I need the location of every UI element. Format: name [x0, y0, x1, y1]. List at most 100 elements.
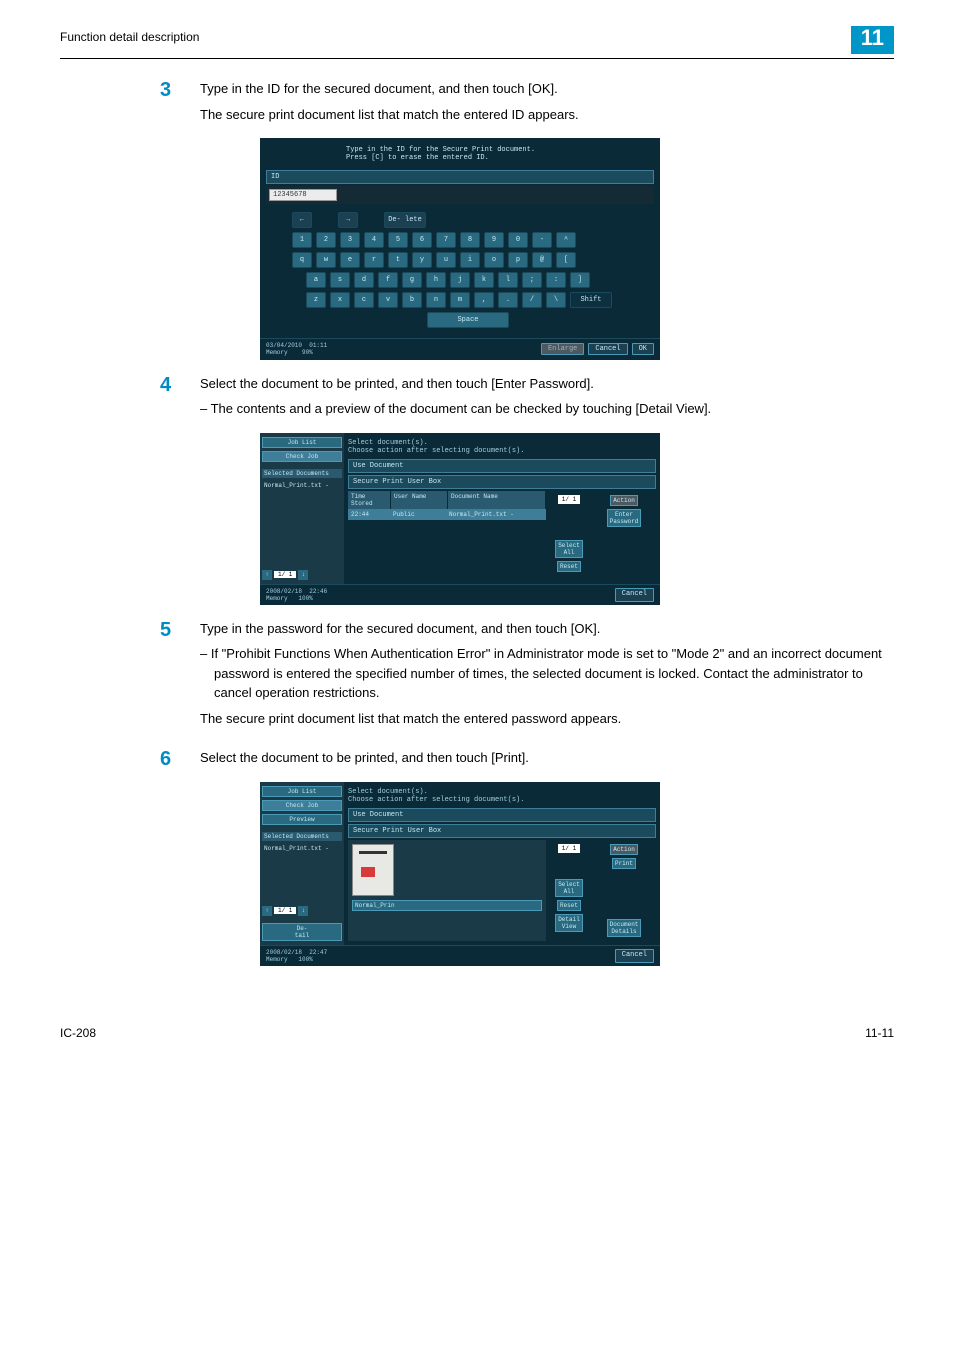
keyboard-key[interactable]: \ [546, 292, 566, 308]
print-button[interactable]: Print [612, 858, 636, 869]
keyboard-key[interactable]: ] [570, 272, 590, 288]
keyboard-key[interactable]: 6 [412, 232, 432, 248]
keyboard-key[interactable]: d [354, 272, 374, 288]
keyboard-key[interactable]: o [484, 252, 504, 268]
delete-key[interactable]: De- lete [384, 212, 426, 228]
keyboard-key[interactable]: / [522, 292, 542, 308]
keyboard-key[interactable]: y [412, 252, 432, 268]
cancel-button[interactable]: Cancel [588, 343, 627, 355]
select-all-button[interactable]: Select All [555, 879, 583, 897]
keyboard-key[interactable]: i [460, 252, 480, 268]
keyboard-key[interactable]: w [316, 252, 336, 268]
memory-label: Memory [266, 595, 288, 602]
arrow-left-key[interactable]: ← [292, 212, 312, 228]
preview-button[interactable]: Preview [262, 814, 342, 825]
check-job-button[interactable]: Check Job [262, 800, 342, 811]
shift-key[interactable]: Shift [570, 292, 612, 308]
reset-button[interactable]: Reset [557, 561, 581, 572]
section-title: Function detail description [60, 30, 199, 48]
keyboard-key[interactable]: , [474, 292, 494, 308]
keyboard-key[interactable]: f [378, 272, 398, 288]
detail-view-button[interactable]: Detail View [555, 914, 583, 932]
keyboard-key[interactable]: v [378, 292, 398, 308]
memory-pct: 100% [298, 595, 312, 602]
check-job-button[interactable]: Check Job [262, 451, 342, 462]
enlarge-button[interactable]: Enlarge [541, 343, 584, 355]
arrow-right-key[interactable]: → [338, 212, 358, 228]
keyboard-key[interactable]: a [306, 272, 326, 288]
step-number: 6 [160, 748, 200, 774]
document-details-button[interactable]: Document Details [607, 919, 642, 937]
keyboard-key[interactable]: @ [532, 252, 552, 268]
step-number: 4 [160, 374, 200, 425]
detail-button[interactable]: De- tail [262, 923, 342, 941]
keyboard-key[interactable]: x [330, 292, 350, 308]
keyboard-key[interactable]: c [354, 292, 374, 308]
keyboard-key[interactable]: u [436, 252, 456, 268]
job-list-button[interactable]: Job List [262, 437, 342, 448]
keyboard-key[interactable]: 4 [364, 232, 384, 248]
keyboard-key[interactable]: n [426, 292, 446, 308]
reset-button[interactable]: Reset [557, 900, 581, 911]
col-time[interactable]: Time Stored [348, 491, 391, 509]
keyboard-key[interactable]: : [546, 272, 566, 288]
space-key[interactable]: Space [427, 312, 509, 328]
cancel-button[interactable]: Cancel [615, 949, 654, 963]
keyboard-key[interactable]: e [340, 252, 360, 268]
keyboard-key[interactable]: 5 [388, 232, 408, 248]
id-input[interactable]: 12345678 [269, 189, 337, 201]
document-row[interactable]: 22:44 Public Normal_Print.txt - [348, 509, 546, 520]
keyboard-key[interactable]: s [330, 272, 350, 288]
keyboard-key[interactable]: 0 [508, 232, 528, 248]
keyboard-key[interactable]: q [292, 252, 312, 268]
keyboard-key[interactable]: p [508, 252, 528, 268]
keyboard-key[interactable]: 3 [340, 232, 360, 248]
keyboard-key[interactable]: ; [522, 272, 542, 288]
keyboard-key[interactable]: k [474, 272, 494, 288]
page-indicator: 1/ 1 [274, 907, 296, 914]
page-down-icon[interactable]: ↓ [298, 906, 308, 916]
key-row: zxcvbnm,./\Shift [276, 292, 644, 308]
key-row: qwertyuiop@[ [276, 252, 644, 268]
ok-button[interactable]: OK [632, 343, 654, 355]
keyboard-key[interactable]: t [388, 252, 408, 268]
keyboard-key[interactable]: 8 [460, 232, 480, 248]
keyboard-key[interactable]: . [498, 292, 518, 308]
keyboard-key[interactable]: l [498, 272, 518, 288]
cancel-button[interactable]: Cancel [615, 588, 654, 602]
select-all-button[interactable]: Select All [555, 540, 583, 558]
footer-time: 22:47 [309, 949, 327, 956]
keyboard-key[interactable]: h [426, 272, 446, 288]
keyboard-key[interactable]: [ [556, 252, 576, 268]
key-row: asdfghjkl;:] [276, 272, 644, 288]
footer-model: IC-208 [60, 1026, 96, 1040]
keyboard-key[interactable]: ^ [556, 232, 576, 248]
use-document-tab[interactable]: Use Document [348, 459, 656, 473]
user-box-tab[interactable]: Secure Print User Box [348, 475, 656, 489]
keyboard-key[interactable]: j [450, 272, 470, 288]
page-down-icon[interactable]: ↓ [298, 570, 308, 580]
keyboard-key[interactable]: m [450, 292, 470, 308]
keyboard-key[interactable]: r [364, 252, 384, 268]
keyboard-key[interactable]: 1 [292, 232, 312, 248]
col-user: User Name [391, 491, 448, 509]
keyboard-key[interactable]: - [532, 232, 552, 248]
document-select-panel: Job List Check Job Selected Documents No… [260, 433, 660, 605]
page-up-icon[interactable]: ↑ [262, 570, 272, 580]
keyboard-key[interactable]: b [402, 292, 422, 308]
keyboard-key[interactable]: g [402, 272, 422, 288]
step-text: Select the document to be printed, and t… [200, 374, 894, 394]
step-sub: If "Prohibit Functions When Authenticati… [200, 644, 894, 703]
keyboard-key[interactable]: z [306, 292, 326, 308]
keyboard-key[interactable]: 9 [484, 232, 504, 248]
use-document-tab[interactable]: Use Document [348, 808, 656, 822]
job-list-button[interactable]: Job List [262, 786, 342, 797]
selected-doc: Normal_Print.txt - [262, 844, 342, 853]
keyboard-key[interactable]: 2 [316, 232, 336, 248]
keyboard-key[interactable]: 7 [436, 232, 456, 248]
step-number: 5 [160, 619, 200, 735]
page-up-icon[interactable]: ↑ [262, 906, 272, 916]
document-thumbnail[interactable] [352, 844, 394, 896]
enter-password-button[interactable]: Enter Password [607, 509, 642, 527]
user-box-tab[interactable]: Secure Print User Box [348, 824, 656, 838]
